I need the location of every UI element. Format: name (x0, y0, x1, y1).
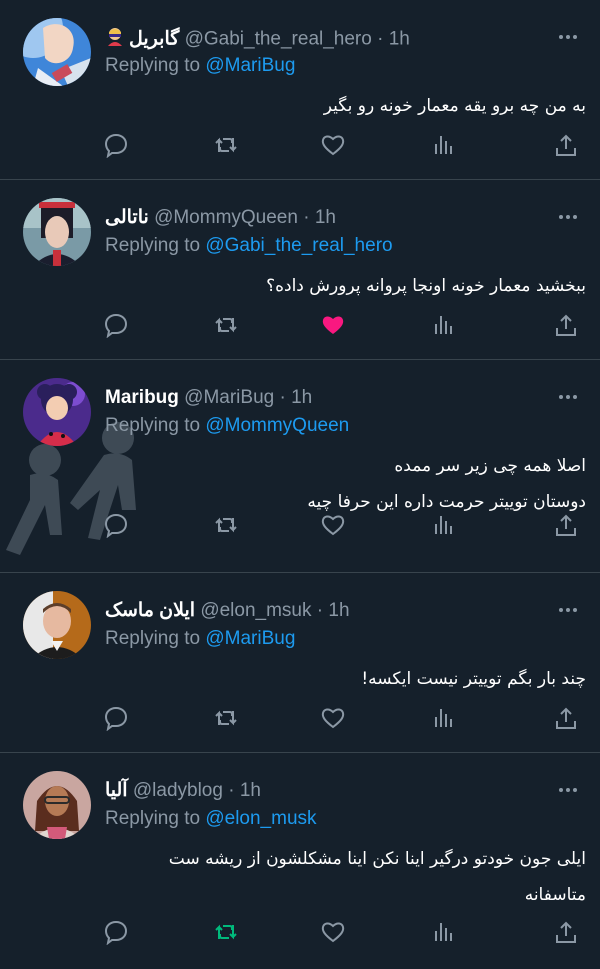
share-icon[interactable] (553, 512, 579, 538)
more-options-icon[interactable] (558, 607, 578, 613)
replying-label: Replying to (105, 55, 201, 76)
avatar[interactable] (23, 198, 91, 266)
action-bar (103, 132, 580, 160)
timestamp[interactable]: 1h (389, 29, 410, 50)
more-options-icon[interactable] (558, 214, 578, 220)
tweet-header: گابریل @Gabi_the_real_hero · 1h (105, 26, 578, 50)
user-handle[interactable]: @MommyQueen (154, 207, 298, 228)
replying-label: Replying to (105, 415, 201, 436)
avatar[interactable] (23, 18, 91, 86)
mention-link[interactable]: @MommyQueen (205, 415, 349, 436)
reply-icon[interactable] (103, 705, 129, 731)
user-handle[interactable]: @elon_msuk (200, 600, 311, 621)
tweet-text: ببخشید معمار خونه اونجا پروانه پرورش داد… (105, 268, 586, 304)
share-icon[interactable] (553, 132, 579, 158)
display-name[interactable]: گابریل (129, 29, 179, 50)
timestamp[interactable]: 1h (291, 387, 312, 408)
views-icon[interactable] (430, 512, 456, 538)
more-options-icon[interactable] (558, 787, 578, 793)
avatar[interactable] (23, 771, 91, 839)
more-options-icon[interactable] (558, 34, 578, 40)
share-icon[interactable] (553, 312, 579, 338)
display-name[interactable]: ایلان ماسک (105, 600, 195, 621)
share-icon[interactable] (553, 919, 579, 945)
mention-link[interactable]: @MariBug (205, 628, 295, 649)
tweet-4[interactable]: ایلان ماسک @elon_msuk · 1h Replying to @… (0, 573, 600, 753)
replying-to: Replying to @MariBug (105, 55, 295, 77)
timestamp[interactable]: 1h (315, 207, 336, 228)
tweet-line: به من چه برو یقه معمار خونه رو بگیر (323, 96, 586, 116)
tweet-text: به من چه برو یقه معمار خونه رو بگیر (105, 88, 586, 124)
reply-icon[interactable] (103, 512, 129, 538)
reply-icon[interactable] (103, 132, 129, 158)
avatar[interactable] (23, 378, 91, 446)
superhero-emoji-icon (105, 26, 125, 53)
liked-heart-icon[interactable] (320, 312, 346, 338)
tweet-header: ناتالی @MommyQueen · 1h (105, 207, 336, 228)
like-icon[interactable] (320, 512, 346, 538)
retweet-icon[interactable] (213, 705, 239, 731)
tweet-3[interactable]: Maribug @MariBug · 1h Replying to @Mommy… (0, 360, 600, 573)
tweet-line: ببخشید معمار خونه اونجا پروانه پرورش داد… (266, 276, 586, 296)
tweet-text: ایلی جون خودتو درگیر اینا نکن اینا مشکلش… (105, 841, 586, 913)
tweet-5[interactable]: آلیا @ladyblog · 1h Replying to @elon_mu… (0, 753, 600, 969)
timestamp[interactable]: 1h (240, 780, 261, 801)
tweet-line: ایلی جون خودتو درگیر اینا نکن اینا مشکلش… (168, 849, 586, 869)
tweet-line: اصلا همه چی زیر سر ممده (394, 456, 586, 476)
replying-label: Replying to (105, 628, 201, 649)
like-icon[interactable] (320, 132, 346, 158)
tweet-header: Maribug @MariBug · 1h (105, 387, 313, 408)
tweet-header: آلیا @ladyblog · 1h (105, 780, 261, 801)
reply-icon[interactable] (103, 919, 129, 945)
replying-label: Replying to (105, 808, 201, 829)
timestamp[interactable]: 1h (328, 600, 349, 621)
mention-link[interactable]: @elon_musk (205, 808, 316, 829)
action-bar (103, 919, 580, 947)
action-bar (103, 512, 580, 540)
action-bar (103, 705, 580, 733)
tweet-header: ایلان ماسک @elon_msuk · 1h (105, 600, 350, 621)
replying-label: Replying to (105, 235, 201, 256)
user-handle[interactable]: @MariBug (184, 387, 274, 408)
retweeted-icon[interactable] (213, 919, 239, 945)
like-icon[interactable] (320, 705, 346, 731)
views-icon[interactable] (430, 312, 456, 338)
display-name[interactable]: Maribug (105, 387, 179, 408)
display-name[interactable]: ناتالی (105, 207, 149, 228)
views-icon[interactable] (430, 132, 456, 158)
user-handle[interactable]: @ladyblog (133, 780, 223, 801)
retweet-icon[interactable] (213, 132, 239, 158)
retweet-icon[interactable] (213, 312, 239, 338)
tweet-line: چند بار بگم توییتر نیست ایکسه! (361, 669, 586, 689)
more-options-icon[interactable] (558, 394, 578, 400)
user-handle[interactable]: @Gabi_the_real_hero (185, 29, 372, 50)
replying-to: Replying to @MariBug (105, 628, 295, 650)
tweet-2[interactable]: ناتالی @MommyQueen · 1h Replying to @Gab… (0, 180, 600, 360)
like-icon[interactable] (320, 919, 346, 945)
tweet-text: اصلا همه چی زیر سر ممده دوستان توییتر حر… (105, 448, 586, 520)
share-icon[interactable] (553, 705, 579, 731)
tweet-1[interactable]: گابریل @Gabi_the_real_hero · 1h Replying… (0, 0, 600, 180)
reply-icon[interactable] (103, 312, 129, 338)
display-name[interactable]: آلیا (105, 780, 128, 801)
replying-to: Replying to @MommyQueen (105, 415, 349, 437)
avatar[interactable] (23, 591, 91, 659)
mention-link[interactable]: @MariBug (205, 55, 295, 76)
replying-to: Replying to @elon_musk (105, 808, 317, 830)
tweet-text: چند بار بگم توییتر نیست ایکسه! (105, 661, 586, 697)
replying-to: Replying to @Gabi_the_real_hero (105, 235, 393, 257)
mention-link[interactable]: @Gabi_the_real_hero (205, 235, 392, 256)
tweet-line: متاسفانه (524, 885, 586, 905)
views-icon[interactable] (430, 705, 456, 731)
views-icon[interactable] (430, 919, 456, 945)
retweet-icon[interactable] (213, 512, 239, 538)
action-bar (103, 312, 580, 340)
